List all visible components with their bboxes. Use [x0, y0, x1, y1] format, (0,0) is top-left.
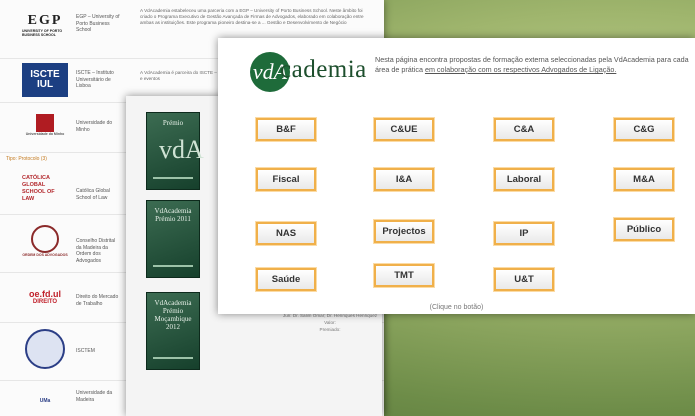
area-button-tmt[interactable]: TMT [374, 264, 434, 287]
section-heading: Tipo: Protocolo (3) [6, 156, 47, 162]
partner-logo: CATÓLICA GLOBAL SCHOOL OF LAW [22, 175, 55, 202]
area-button-ut[interactable]: U&T [494, 268, 554, 291]
isctem-emblem-icon [25, 329, 65, 369]
book-title: Prémio [162, 119, 184, 127]
partner-name: ISCTEM [76, 348, 95, 354]
book-title: VdAcademia Prémio Moçambique 2012 [154, 299, 192, 331]
area-button-ip[interactable]: IP [494, 222, 554, 245]
book-cover[interactable]: VdAcademia Prémio 2011 [146, 200, 200, 278]
area-button-cue[interactable]: C&UE [374, 118, 434, 141]
minho-emblem-icon [36, 114, 54, 132]
partner-name: Católica Global School of Law [76, 188, 110, 201]
area-button-publico[interactable]: Público [614, 218, 674, 241]
partner-name: Direito do Mercado de Trabalho [76, 294, 119, 307]
area-button-ca[interactable]: C&A [494, 118, 554, 141]
partner-name: ISCTE – Instituto Universitário de Lisbo… [76, 70, 114, 89]
area-button-nas[interactable]: NAS [256, 222, 316, 245]
logo-wordmark: cademia [280, 56, 367, 83]
training-areas-page: vdA cademia Nesta página encontra propos… [218, 38, 695, 314]
book-cover[interactable]: VdAcademia Prémio Moçambique 2012 [146, 292, 200, 370]
area-button-fiscal[interactable]: Fiscal [256, 168, 316, 191]
book-title: VdAcademia Prémio 2011 [154, 207, 192, 223]
partner-logo: EGP UNIVERSITY OF PORTO BUSINESS SCHOOL [22, 13, 63, 37]
partner-name: Conselho Distrital da Madeira da Ordem d… [76, 238, 116, 264]
seal-icon [31, 225, 59, 253]
partner-logo: oe.fd.ul DIREITO [29, 289, 61, 305]
vda-monogram-icon: vdA [159, 135, 204, 164]
partner-logo: ISCTE IUL [22, 63, 68, 97]
partner-name: Universidade do Minho [76, 120, 113, 133]
area-button-laboral[interactable]: Laboral [494, 168, 554, 191]
area-button-projectos[interactable]: Projectos [374, 220, 434, 243]
partner-logo: Universidade do Minho [22, 108, 68, 142]
partner-logo [22, 329, 68, 369]
partner-logo: UMa [39, 398, 51, 404]
book-cover[interactable]: Prémio vdA [146, 112, 204, 190]
partner-description: A VdAcademia estabeleceu uma parceria co… [140, 8, 364, 25]
click-hint: (Clique no botão) [429, 304, 484, 311]
area-button-ma[interactable]: M&A [614, 168, 674, 191]
intro-text: Nesta página encontra propostas de forma… [375, 55, 689, 74]
partner-logo: ORDEM DOS ADVOGADOS [22, 224, 68, 258]
liaison-lawyers-link[interactable]: em colaboração com os respectivos Advoga… [425, 65, 616, 74]
vdacademia-logo[interactable]: vdA cademia [250, 52, 366, 94]
area-button-saude[interactable]: Saúde [256, 268, 316, 291]
partner-name: Universidade da Madeira [76, 390, 113, 403]
area-button-cg[interactable]: C&G [614, 118, 674, 141]
area-button-bf[interactable]: B&F [256, 118, 316, 141]
area-button-ia[interactable]: I&A [374, 168, 434, 191]
partner-name: EGP – University of Porto Business Schoo… [76, 14, 120, 33]
